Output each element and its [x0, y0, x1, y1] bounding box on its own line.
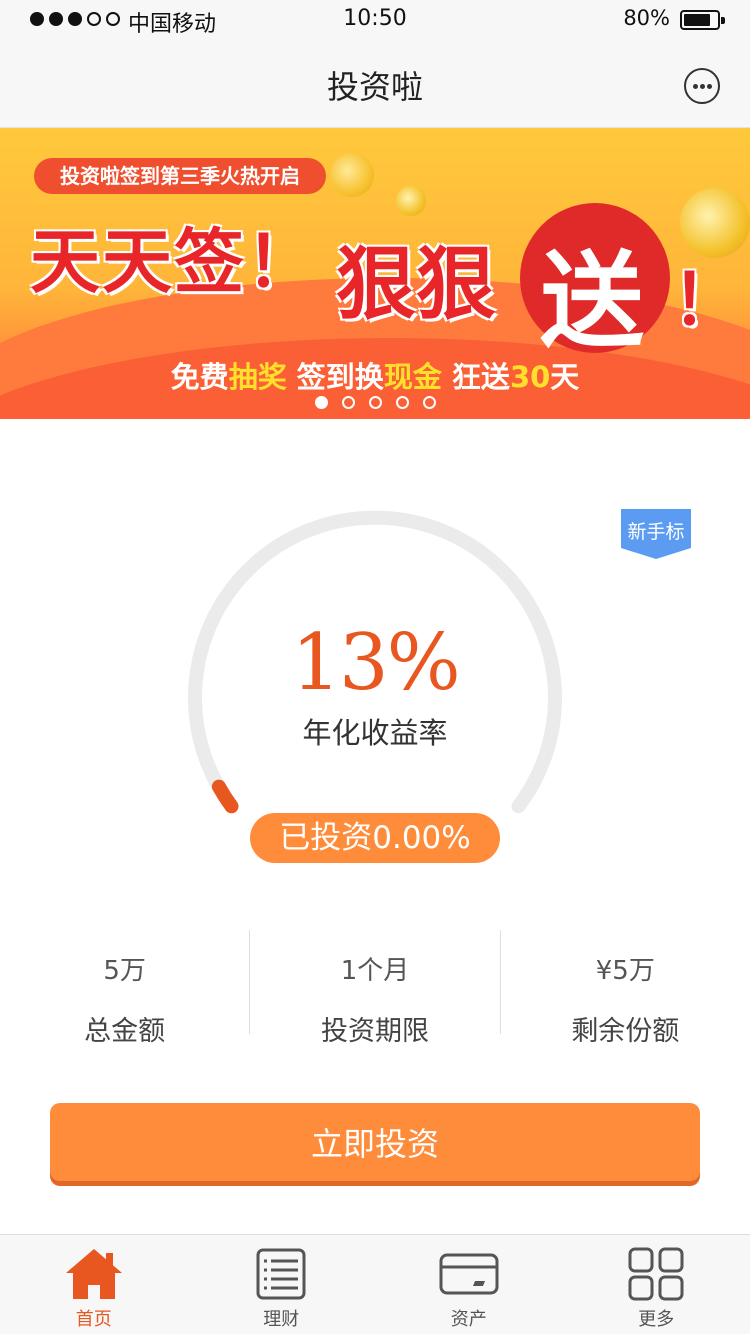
- stat-value: 1个月: [340, 956, 410, 986]
- stat-label: 剩余份额: [571, 1016, 680, 1047]
- newbie-ribbon: 新手标: [621, 509, 691, 559]
- tab-home[interactable]: 首页: [0, 1235, 188, 1334]
- battery-percent: 80%: [623, 6, 670, 30]
- tab-bar: 首页 理财 资产 更多: [0, 1234, 750, 1334]
- card-icon: [439, 1253, 499, 1295]
- grid-icon: [628, 1247, 684, 1301]
- stat-value: ¥5万: [595, 956, 655, 986]
- stat-label: 投资期限: [320, 1016, 429, 1047]
- stat-label: 总金额: [84, 1016, 166, 1047]
- banner-headline: 狠狠: [336, 238, 496, 331]
- carousel-dot[interactable]: [395, 396, 409, 409]
- nav-bar: 投资啦: [0, 40, 750, 128]
- stat-total-amount: 5万 总金额: [0, 930, 249, 1047]
- annual-rate: 13%: [291, 618, 460, 708]
- annual-rate-label: 年化收益率: [302, 716, 448, 750]
- battery-icon: [680, 10, 725, 30]
- banner-subline: 免费抽奖 签到换现金 狂送30天: [170, 360, 580, 394]
- carousel-dot[interactable]: [341, 396, 355, 409]
- stat-value: 5万: [103, 956, 146, 986]
- tab-label: 更多: [638, 1309, 675, 1330]
- tab-label: 首页: [75, 1309, 112, 1330]
- list-icon: [256, 1248, 306, 1300]
- carousel-dot[interactable]: [368, 396, 382, 409]
- invest-now-button[interactable]: 立即投资: [50, 1103, 700, 1181]
- tab-more[interactable]: 更多: [563, 1235, 750, 1334]
- invested-badge: 已投资0.00%: [250, 813, 500, 863]
- promo-banner[interactable]: 投资啦签到第三季火热开启 天天签！ 狠狠 送 ！ 免费抽奖 签到换现金 狂送30…: [0, 128, 750, 419]
- status-bar: 中国移动 10:50 80%: [0, 0, 750, 40]
- page-title: 投资啦: [326, 68, 423, 106]
- tab-label: 资产: [450, 1309, 487, 1330]
- tab-finance[interactable]: 理财: [188, 1235, 376, 1334]
- tab-label: 理财: [263, 1309, 300, 1330]
- coin-icon: [396, 186, 426, 216]
- carousel-dot[interactable]: [422, 396, 436, 409]
- more-dots-icon[interactable]: [684, 68, 720, 104]
- stat-term: 1个月 投资期限: [249, 930, 499, 1047]
- stat-remaining: ¥5万 剩余份额: [499, 930, 750, 1047]
- banner-headline: 天天签！: [30, 221, 318, 303]
- carousel-indicator[interactable]: [0, 396, 750, 409]
- banner-headline: ！: [672, 259, 742, 341]
- tab-assets[interactable]: 资产: [375, 1235, 563, 1334]
- banner-headline: 送: [540, 240, 645, 362]
- home-icon: [65, 1249, 122, 1299]
- product-stats: 5万 总金额 1个月 投资期限 ¥5万 剩余份额: [0, 930, 750, 1047]
- carousel-dot[interactable]: [314, 396, 328, 409]
- promo-tag: 投资啦签到第三季火热开启: [34, 158, 326, 194]
- coin-icon: [330, 153, 374, 197]
